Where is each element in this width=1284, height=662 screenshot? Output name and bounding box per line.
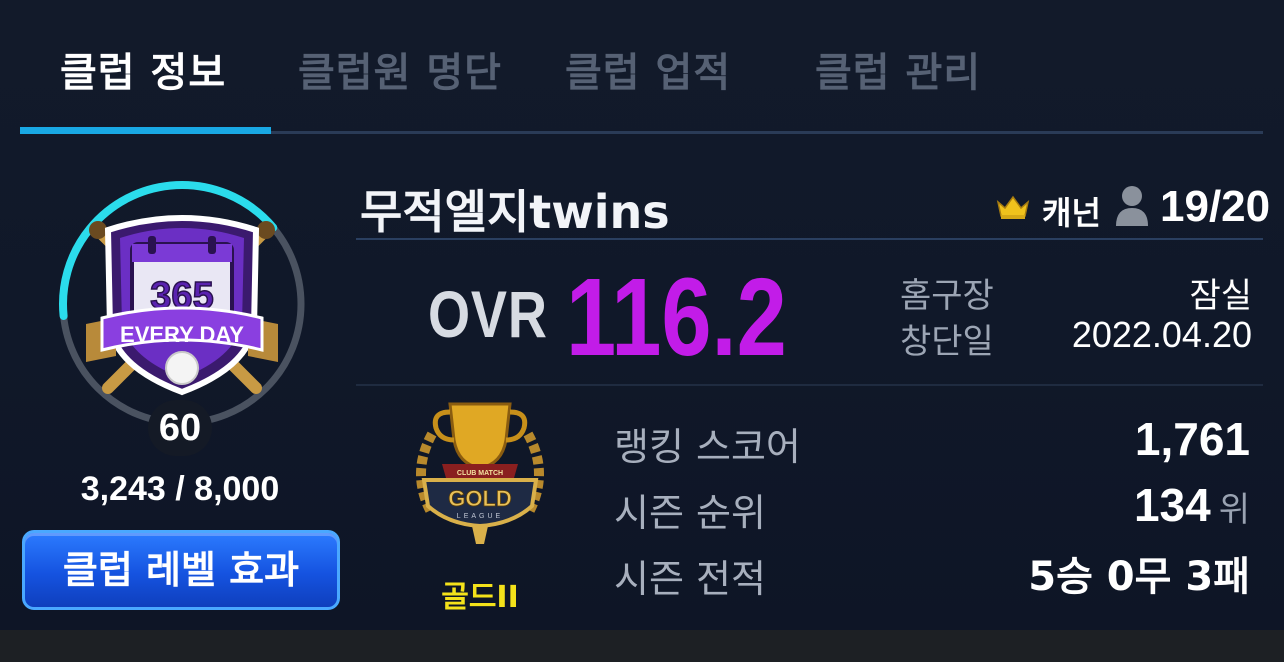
header-divider xyxy=(356,238,1263,240)
tab-club-info[interactable]: 클럽 정보 xyxy=(60,40,226,98)
crown-icon xyxy=(996,195,1030,219)
club-level-badge: 60 xyxy=(148,400,212,456)
ovr-divider xyxy=(356,384,1263,386)
ovr-value: 116.2 xyxy=(566,256,787,379)
tab-bar: 클럽 정보 클럽원 명단 클럽 업적 클럽 관리 xyxy=(0,0,1284,135)
league-emblem-sub-text: LEAGUE xyxy=(457,513,503,520)
club-exp-text: 3,243 / 8,000 xyxy=(80,470,280,508)
club-emblem: 365 EVERY DAY xyxy=(56,178,308,430)
season-rank-value: 134 위 xyxy=(1134,478,1250,532)
home-stadium-value: 잠실 xyxy=(1189,276,1252,316)
home-stadium-label: 홈구장 xyxy=(900,276,994,316)
tab-member-list[interactable]: 클럽원 명단 xyxy=(298,40,502,98)
club-owner-name: 캐넌 xyxy=(1042,194,1101,232)
season-record-value: 5승 0무 3패 xyxy=(1028,554,1250,600)
emblem-banner-text: EVERY DAY xyxy=(120,322,244,347)
tab-club-achievements[interactable]: 클럽 업적 xyxy=(565,40,731,98)
baseball-icon xyxy=(165,351,199,385)
club-owner-row: 캐넌 19/20 xyxy=(996,182,1270,232)
ranking-score-label: 랭킹 스코어 xyxy=(614,425,801,469)
member-count: 19/20 xyxy=(1160,182,1271,231)
level-progress-ring: 365 EVERY DAY xyxy=(58,181,305,427)
founded-date-value: 2022.04.20 xyxy=(1071,314,1252,355)
club-info-panel: 클럽 정보 클럽원 명단 클럽 업적 클럽 관리 365 EVERY DAY 6… xyxy=(0,0,1284,630)
gold-league-emblem: CLUB MATCH GOLD LEAGUE xyxy=(402,394,558,550)
tab-club-management[interactable]: 클럽 관리 xyxy=(815,40,981,98)
league-emblem-top-text: CLUB MATCH xyxy=(457,470,503,477)
club-level-effect-button[interactable]: 클럽 레벨 효과 xyxy=(22,530,340,610)
season-rank-number: 134 xyxy=(1133,479,1211,531)
trophy-icon: CLUB MATCH GOLD LEAGUE xyxy=(416,402,544,544)
ranking-score-value: 1,761 xyxy=(1134,413,1250,465)
season-record-label: 시즌 전적 xyxy=(614,557,766,601)
active-tab-indicator xyxy=(20,127,271,134)
league-name: 골드II xyxy=(441,580,519,615)
club-name: 무적엘지twins xyxy=(360,185,670,239)
league-emblem-main-text: GOLD xyxy=(448,486,512,511)
season-rank-label: 시즌 순위 xyxy=(614,491,766,535)
founded-date-label: 창단일 xyxy=(900,322,994,362)
member-icon xyxy=(1116,186,1148,226)
ovr-label: OVR xyxy=(428,277,548,351)
season-rank-unit: 위 xyxy=(1218,490,1250,530)
